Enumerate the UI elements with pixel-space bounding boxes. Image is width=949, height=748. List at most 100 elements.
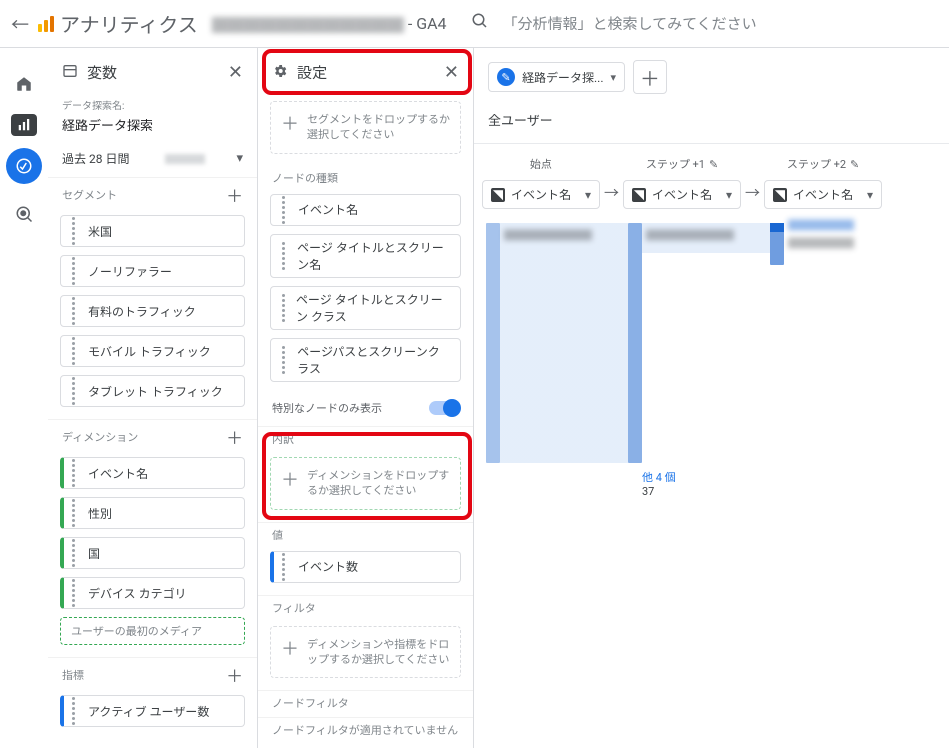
sankey-node-start[interactable]	[486, 223, 500, 463]
tag-icon: ◥	[632, 188, 646, 202]
search-placeholder: 「分析情報」と検索してみてください	[503, 13, 757, 34]
step-start-label: 始点	[530, 156, 552, 172]
step-2: ステップ +2✎ ◥ イベント名 ▾	[764, 156, 882, 209]
node-type-chip[interactable]: ページ タイトルとスクリーン クラス	[270, 286, 461, 330]
metrics-list: アクティブ ユーザー数	[48, 693, 257, 739]
settings-panel: 設定 ✕ ＋ セグメントをドロップするか選択してください ノードの種類 イベント…	[258, 48, 474, 748]
segment-chip[interactable]: 米国	[60, 215, 245, 247]
property-name-blurred[interactable]: ████████████	[212, 12, 404, 36]
event-select-label: イベント名	[652, 186, 712, 203]
metric-chip[interactable]: アクティブ ユーザー数	[60, 695, 245, 727]
dimension-chip[interactable]: デバイス カテゴリ	[60, 577, 245, 609]
node-type-chip[interactable]: イベント名	[270, 194, 461, 226]
sankey-link	[500, 223, 628, 463]
node-label-blurred: ██████	[788, 235, 854, 251]
more-nodes-count: 37	[642, 485, 654, 498]
values-chip[interactable]: イベント数	[270, 551, 461, 583]
dimension-chip[interactable]: イベント名	[60, 457, 245, 489]
drag-handle-icon	[281, 345, 289, 375]
exploration-name-block[interactable]: データ探索名: 経路データ探索	[48, 97, 257, 146]
more-nodes-link[interactable]: 他 4 個	[642, 471, 676, 484]
sankey-node-step1[interactable]	[628, 223, 642, 463]
drag-handle-icon	[281, 195, 290, 225]
close-icon[interactable]: ✕	[444, 62, 459, 83]
add-tab-button[interactable]: ＋	[633, 60, 667, 94]
settings-title: 設定	[297, 62, 327, 83]
more-nodes-link-block: 他 4 個 37	[642, 469, 676, 498]
drag-handle-icon	[71, 498, 80, 528]
chevron-down-icon[interactable]: ▾	[611, 71, 617, 84]
path-sankey-chart: ████████ ████████ ██████ ██████ 他 4 個 37	[474, 223, 949, 483]
sankey-node-step2-top[interactable]	[770, 223, 784, 232]
arrow-right-icon: →	[745, 156, 760, 203]
dimension-chip[interactable]: 国	[60, 537, 245, 569]
tag-icon: ◥	[491, 188, 505, 202]
add-segment-button[interactable]: ＋	[226, 182, 243, 207]
dimension-placeholder-chip[interactable]: ユーザーの最初のメディア	[60, 617, 245, 645]
drag-handle-icon	[71, 458, 80, 488]
node-label-blurred: ████████	[504, 227, 592, 243]
drag-handle-icon	[71, 296, 80, 326]
breakdown-section-title: 内訳	[258, 426, 473, 453]
values-list: イベント数	[258, 549, 473, 595]
arrow-right-icon: →	[604, 156, 619, 203]
exploration-tab[interactable]: ✎ 経路データ探... ▾	[488, 62, 625, 92]
plus-icon: ＋	[281, 637, 299, 668]
segment-chip[interactable]: タブレット トラフィック	[60, 375, 245, 407]
segment-chip[interactable]: 有料のトラフィック	[60, 295, 245, 327]
search-box[interactable]: 「分析情報」と検索してみてください	[471, 12, 757, 35]
node-type-list: イベント名 ページ タイトルとスクリーン名 ページ タイトルとスクリーン クラス…	[258, 192, 473, 394]
nav-explore-icon[interactable]	[6, 148, 42, 184]
step-1-select[interactable]: ◥ イベント名 ▾	[623, 180, 741, 209]
drag-handle-icon	[71, 376, 80, 406]
segment-dropzone[interactable]: ＋ セグメントをドロップするか選択してください	[270, 101, 461, 154]
chevron-down-icon: ▾	[726, 188, 732, 202]
segment-chip[interactable]: モバイル トラフィック	[60, 335, 245, 367]
date-range-title: 過去 28 日間	[62, 150, 129, 167]
steps-row: 始点 ◥ イベント名 ▾ → ステップ +1✎ ◥ イベント名 ▾ → ステップ…	[474, 144, 949, 221]
property-suffix: - GA4	[408, 14, 447, 33]
segment-chip[interactable]: ノーリファラー	[60, 255, 245, 287]
node-type-chip[interactable]: ページ タイトルとスクリーン名	[270, 234, 461, 278]
variables-title: 変数	[87, 62, 117, 83]
add-dimension-button[interactable]: ＋	[226, 424, 243, 449]
add-metric-button[interactable]: ＋	[226, 662, 243, 687]
filter-section-title: フィルタ	[258, 595, 473, 622]
canvas-panel: ✎ 経路データ探... ▾ ＋ 全ユーザー 始点 ◥ イベント名 ▾ → ステッ…	[474, 48, 949, 748]
search-icon	[471, 12, 489, 35]
drag-handle-icon	[281, 293, 288, 323]
pencil-icon[interactable]: ✎	[709, 158, 718, 171]
nav-advertising-icon[interactable]	[6, 196, 42, 232]
chevron-down-icon: ▾	[585, 188, 591, 202]
nav-rail	[0, 48, 48, 748]
exploration-name-value: 経路データ探索	[62, 115, 243, 134]
step-start-select[interactable]: ◥ イベント名 ▾	[482, 180, 600, 209]
node-label-blurred: ██████	[788, 217, 854, 233]
node-type-chip[interactable]: ページパスとスクリーンクラス	[270, 338, 461, 382]
date-range-blurred: ████	[165, 151, 205, 166]
drag-handle-icon	[71, 216, 80, 246]
segments-list: 米国 ノーリファラー 有料のトラフィック モバイル トラフィック タブレット ト…	[48, 213, 257, 419]
date-range-selector[interactable]: 過去 28 日間 ████ ▾	[48, 146, 257, 177]
nav-home-icon[interactable]	[6, 66, 42, 102]
analytics-logo-icon	[38, 16, 54, 32]
event-select-label: イベント名	[793, 186, 853, 203]
segments-section-title: セグメント ＋	[48, 177, 257, 213]
special-nodes-toggle[interactable]	[429, 401, 459, 415]
node-filter-note: ノードフィルタが適用されていません	[258, 717, 473, 742]
drag-handle-icon	[281, 241, 289, 271]
dimension-chip[interactable]: 性別	[60, 497, 245, 529]
metrics-section-title: 指標 ＋	[48, 657, 257, 693]
back-arrow-icon[interactable]: ←	[8, 11, 32, 37]
step-2-select[interactable]: ◥ イベント名 ▾	[764, 180, 882, 209]
close-icon[interactable]: ✕	[228, 62, 243, 83]
filter-dropzone[interactable]: ＋ ディメンションや指標をドロップするか選択してください	[270, 626, 461, 679]
pencil-icon[interactable]: ✎	[850, 158, 859, 171]
drag-handle-icon	[71, 336, 80, 366]
nav-reports-icon[interactable]	[11, 114, 37, 136]
breakdown-dropzone[interactable]: ＋ ディメンションをドロップするか選択してください	[270, 457, 461, 510]
node-type-section-title: ノードの種類	[258, 166, 473, 192]
special-nodes-toggle-row: 特別なノードのみ表示	[258, 394, 473, 426]
chevron-down-icon: ▾	[236, 151, 243, 166]
tabs-row: ✎ 経路データ探... ▾ ＋	[474, 48, 949, 106]
